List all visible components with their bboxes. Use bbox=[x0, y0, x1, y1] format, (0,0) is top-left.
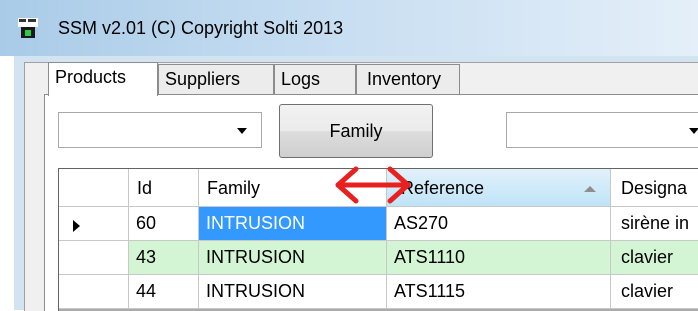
cell-family[interactable]: INTRUSION bbox=[199, 241, 387, 275]
column-header-label: Designa bbox=[621, 178, 688, 198]
family-filter-combo[interactable] bbox=[58, 112, 262, 148]
cell-family[interactable]: INTRUSION bbox=[199, 207, 387, 241]
tab-label: Logs bbox=[281, 69, 321, 89]
row-header[interactable] bbox=[59, 275, 129, 309]
current-row-icon bbox=[73, 220, 80, 232]
column-header-label: Family bbox=[207, 178, 260, 198]
tab-logs[interactable]: Logs bbox=[274, 64, 356, 94]
cell-reference[interactable]: ATS1110 bbox=[387, 241, 611, 275]
title-bar: SSM v2.01 (C) Copyright Solti 2013 bbox=[0, 0, 698, 56]
cell-designation[interactable]: sirène in bbox=[611, 207, 698, 241]
tab-label: Inventory bbox=[367, 69, 442, 89]
column-header-reference[interactable]: Reference bbox=[387, 169, 611, 207]
chevron-down-icon[interactable] bbox=[689, 128, 698, 134]
cell-reference[interactable]: AS270 bbox=[387, 207, 611, 241]
tab-products[interactable]: Products bbox=[48, 62, 158, 96]
cell-id[interactable]: 60 bbox=[129, 207, 199, 241]
cell-id[interactable]: 43 bbox=[129, 241, 199, 275]
cell-family[interactable]: INTRUSION bbox=[199, 275, 387, 309]
tab-suppliers[interactable]: Suppliers bbox=[158, 64, 274, 94]
cell-designation[interactable]: clavier bbox=[611, 275, 698, 309]
row-header[interactable] bbox=[59, 241, 129, 275]
family-button-label: Family bbox=[329, 121, 383, 141]
column-header-label: Id bbox=[137, 178, 153, 198]
app-icon bbox=[18, 18, 38, 38]
double-arrow-icon bbox=[335, 166, 411, 204]
column-header-designation[interactable]: Designa bbox=[611, 169, 698, 207]
chevron-down-icon[interactable] bbox=[237, 128, 247, 134]
tab-label: Suppliers bbox=[165, 69, 241, 89]
cell-id[interactable]: 44 bbox=[129, 275, 199, 309]
family-button[interactable]: Family bbox=[279, 104, 433, 158]
row-header-corner bbox=[59, 169, 129, 207]
sort-ascending-icon bbox=[584, 186, 596, 192]
tab-inventory[interactable]: Inventory bbox=[356, 64, 460, 94]
tab-label: Products bbox=[55, 67, 127, 87]
cell-designation[interactable]: clavier bbox=[611, 241, 698, 275]
cell-reference[interactable]: ATS1115 bbox=[387, 275, 611, 309]
secondary-filter-combo[interactable] bbox=[506, 112, 698, 148]
column-header-id[interactable]: Id bbox=[129, 169, 199, 207]
window-title: SSM v2.01 (C) Copyright Solti 2013 bbox=[58, 18, 344, 38]
row-header[interactable] bbox=[59, 207, 129, 241]
